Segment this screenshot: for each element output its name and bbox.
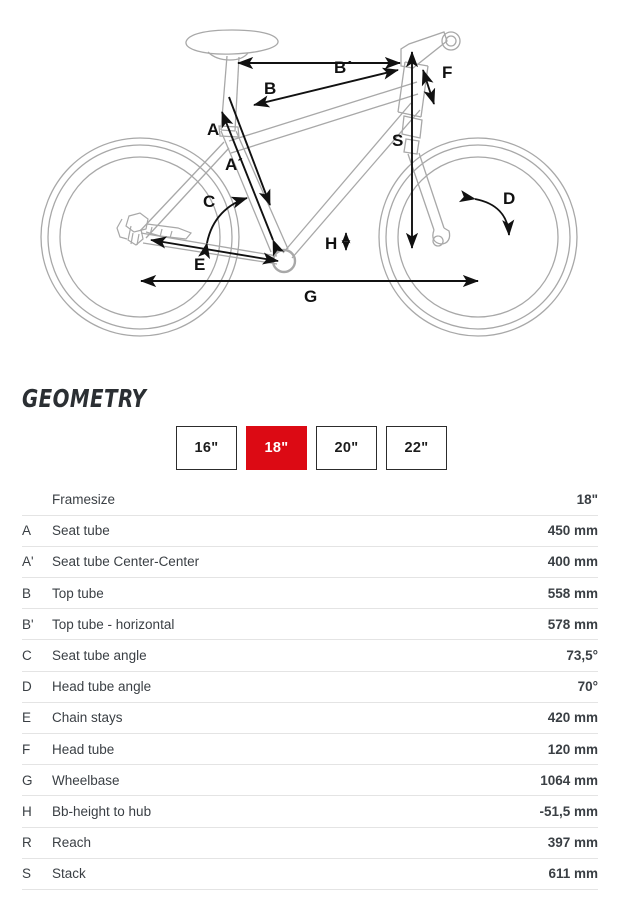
table-row: A Seat tube 450 mm bbox=[22, 514, 598, 547]
row-letter: H bbox=[22, 795, 52, 828]
table-row: F Head tube 120 mm bbox=[22, 732, 598, 765]
saddle bbox=[185, 29, 279, 61]
label-b-prime: B´ bbox=[334, 58, 352, 77]
row-value: 120 mm bbox=[442, 732, 598, 765]
size-option-20in[interactable]: 20" bbox=[316, 426, 377, 470]
label-a: A bbox=[207, 120, 219, 139]
row-label: Wheelbase bbox=[52, 764, 443, 796]
row-letter: E bbox=[22, 701, 52, 734]
row-label: Seat tube angle bbox=[52, 639, 443, 672]
table-row: Framesize 18" bbox=[22, 484, 598, 515]
label-c: C bbox=[203, 192, 215, 211]
label-g: G bbox=[304, 287, 317, 306]
table-row: B' Top tube - horizontal 578 mm bbox=[22, 608, 598, 640]
geometry-table: Framesize 18" A Seat tube 450 mm A' Seat tube … bbox=[22, 484, 598, 890]
front-wheel bbox=[378, 137, 578, 337]
row-value: 578 mm bbox=[442, 608, 598, 640]
row-label: Top tube - horizontal bbox=[52, 608, 443, 640]
row-value: 397 mm bbox=[442, 826, 598, 859]
size-option-16in[interactable]: 16" bbox=[176, 426, 237, 470]
table-row: D Head tube angle 70° bbox=[22, 670, 598, 703]
row-letter: F bbox=[22, 732, 52, 765]
row-letter: R bbox=[22, 826, 52, 859]
label-h: H bbox=[325, 234, 337, 253]
geometry-page: A A´ B B´ C D E F G H S GEOMETRY 16" 18" 2… bbox=[0, 0, 620, 903]
label-e: E bbox=[194, 255, 205, 274]
row-label: Head tube bbox=[52, 732, 443, 765]
row-label: Head tube angle bbox=[52, 670, 443, 703]
table-row: R Reach 397 mm bbox=[22, 826, 598, 859]
down-tube bbox=[282, 102, 421, 259]
page-title: GEOMETRY bbox=[22, 384, 147, 413]
label-s: S bbox=[392, 131, 403, 150]
row-value: 18" bbox=[576, 491, 598, 507]
row-label: Bb-height to hub bbox=[52, 795, 443, 828]
table-row: A' Seat tube Center-Center 400 mm bbox=[22, 545, 598, 578]
bicycle-geometry-diagram: A A´ B B´ C D E F G H S bbox=[0, 0, 620, 360]
arrow-a bbox=[221, 111, 285, 257]
geometry-table-body: Framesize 18" A Seat tube 450 mm A' Seat tube … bbox=[22, 484, 598, 890]
row-letter: S bbox=[22, 857, 52, 890]
table-row: B Top tube 558 mm bbox=[22, 577, 598, 609]
row-value: 1064 mm bbox=[442, 764, 598, 796]
seat-post bbox=[220, 55, 240, 132]
row-label: Framesize bbox=[52, 491, 116, 507]
row-letter: A bbox=[22, 514, 52, 547]
row-value: 73,5° bbox=[442, 639, 598, 672]
row-label: Top tube bbox=[52, 577, 443, 609]
label-a-prime: A´ bbox=[225, 155, 243, 174]
table-row: S Stack 611 mm bbox=[22, 857, 598, 890]
row-value: 611 mm bbox=[442, 857, 598, 890]
row-value: 420 mm bbox=[442, 701, 598, 734]
row-letter: B' bbox=[22, 608, 52, 640]
fork bbox=[401, 115, 451, 247]
row-letter bbox=[22, 484, 52, 515]
row-letter: B bbox=[22, 577, 52, 609]
row-label: Chain stays bbox=[52, 701, 443, 734]
row-label: Reach bbox=[52, 826, 443, 859]
row-letter: A' bbox=[22, 545, 52, 578]
label-f: F bbox=[442, 63, 452, 82]
row-value: 400 mm bbox=[442, 545, 598, 578]
arrow-a-prime bbox=[228, 96, 271, 206]
table-row: G Wheelbase 1064 mm bbox=[22, 764, 598, 796]
size-option-18in[interactable]: 18" bbox=[246, 426, 307, 470]
row-value: 450 mm bbox=[442, 514, 598, 547]
row-label: Stack bbox=[52, 857, 443, 890]
size-option-22in[interactable]: 22" bbox=[386, 426, 447, 470]
row-label: Seat tube bbox=[52, 514, 443, 547]
label-b: B bbox=[264, 79, 276, 98]
row-label: Seat tube Center-Center bbox=[52, 545, 443, 578]
row-letter: D bbox=[22, 670, 52, 703]
row-letter: C bbox=[22, 639, 52, 672]
row-value: 558 mm bbox=[442, 577, 598, 609]
row-value: 70° bbox=[442, 670, 598, 703]
table-row: C Seat tube angle 73,5° bbox=[22, 639, 598, 672]
framesize-selector: 16" 18" 20" 22" bbox=[176, 426, 447, 470]
table-row: H Bb-height to hub -51,5 mm bbox=[22, 795, 598, 828]
table-row: E Chain stays 420 mm bbox=[22, 701, 598, 734]
row-letter: G bbox=[22, 764, 52, 796]
row-value: -51,5 mm bbox=[442, 795, 598, 828]
top-tube bbox=[228, 81, 419, 154]
label-d: D bbox=[503, 189, 515, 208]
arrow-e bbox=[150, 236, 279, 265]
